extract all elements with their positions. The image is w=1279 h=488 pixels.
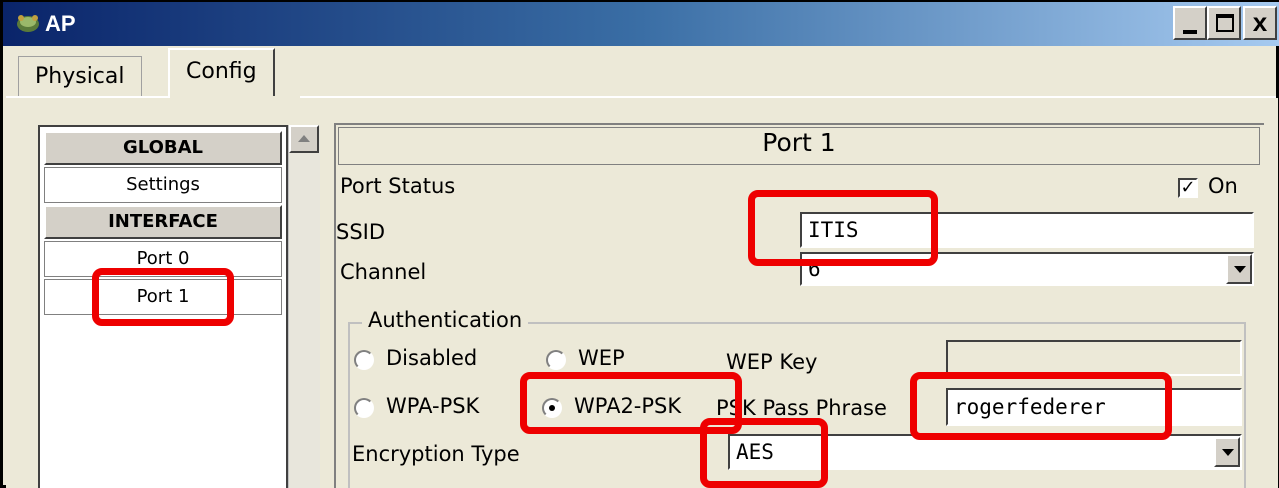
channel-select[interactable]: 6 <box>800 252 1254 286</box>
maximize-button[interactable] <box>1207 6 1241 40</box>
sidebar-list: GLOBAL Settings INTERFACE Port 0 Port 1 <box>38 125 288 488</box>
authentication-legend: Authentication <box>362 308 529 332</box>
auth-wpa2-psk-label: WPA2-PSK <box>574 394 682 418</box>
wep-key-input[interactable] <box>946 340 1242 376</box>
port-status-label: Port Status <box>340 174 456 198</box>
tab-config[interactable]: Config <box>168 48 275 96</box>
tab-physical[interactable]: Physical <box>18 56 142 96</box>
auth-disabled-radio[interactable] <box>354 350 374 370</box>
close-icon: x <box>1252 7 1268 37</box>
psk-pass-phrase-input[interactable]: rogerfederer <box>946 388 1242 426</box>
chevron-down-icon <box>1222 449 1234 456</box>
title-bar[interactable]: AP x <box>3 2 1279 46</box>
scroll-up-icon <box>298 135 310 142</box>
close-button[interactable]: x <box>1243 6 1277 40</box>
sidebar-item-port-0[interactable]: Port 0 <box>44 241 282 277</box>
wep-key-label: WEP Key <box>726 350 818 374</box>
auth-wpa-psk-radio[interactable] <box>354 398 374 418</box>
chevron-down-icon <box>1234 266 1246 273</box>
sidebar-item-port-1[interactable]: Port 1 <box>44 279 282 315</box>
channel-dropdown-button[interactable] <box>1226 254 1252 284</box>
ssid-input[interactable]: ITIS <box>800 212 1254 248</box>
encryption-dropdown-button[interactable] <box>1214 437 1240 467</box>
auth-wpa-psk-label: WPA-PSK <box>386 394 480 418</box>
scroll-up-button[interactable] <box>289 125 319 153</box>
auth-wpa2-psk-radio[interactable] <box>542 398 562 418</box>
maximize-icon <box>1216 14 1234 32</box>
tab-divider <box>6 96 170 98</box>
radio-selected-dot <box>549 405 555 411</box>
auth-wep-label: WEP <box>578 346 625 370</box>
encryption-type-label: Encryption Type <box>352 442 520 466</box>
sidebar-item-settings[interactable]: Settings <box>44 167 282 203</box>
minimize-button[interactable] <box>1173 6 1207 40</box>
sidebar-header-interface[interactable]: INTERFACE <box>44 205 282 239</box>
encryption-type-select[interactable]: AES <box>728 434 1242 470</box>
auth-wep-radio[interactable] <box>546 350 566 370</box>
sidebar-scrollbar[interactable] <box>288 125 320 488</box>
port-status-checkbox[interactable]: ✓ <box>1178 178 1198 198</box>
auth-disabled-label: Disabled <box>386 346 478 370</box>
tab-divider <box>300 96 1276 98</box>
port-status-on-label: On <box>1208 174 1238 198</box>
channel-label: Channel <box>340 260 427 284</box>
port-title: Port 1 <box>762 128 836 157</box>
sidebar-header-global[interactable]: GLOBAL <box>44 131 282 165</box>
network-ap-icon <box>17 15 39 32</box>
window-title: AP <box>45 11 76 36</box>
ssid-label: SSID <box>336 220 386 244</box>
psk-pass-phrase-label: PSK Pass Phrase <box>716 396 887 420</box>
minimize-icon <box>1183 30 1197 34</box>
